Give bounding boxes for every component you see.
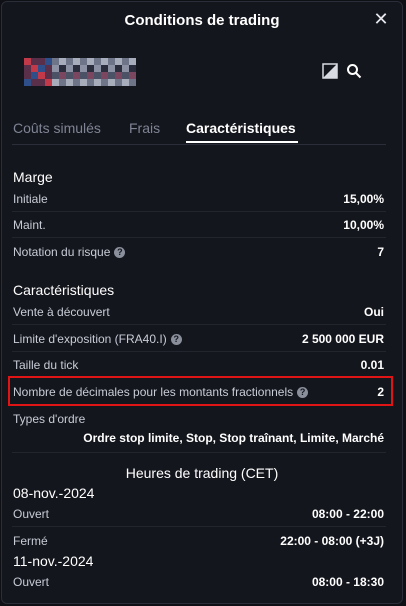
trading-date: 08-nov.-2024 <box>13 485 95 501</box>
divider <box>12 324 386 325</box>
closed-hours-value: 22:00 - 08:00 (+3J) <box>280 534 384 548</box>
help-icon[interactable]: ? <box>297 386 309 398</box>
divider <box>12 351 386 352</box>
trading-date: 11-nov.-2024 <box>13 553 94 569</box>
tab-bar: Coûts simulés Frais Caractéristiques <box>2 120 402 144</box>
decimals-label: Nombre de décimales pour les montants fr… <box>13 385 309 399</box>
maint-margin-label: Maint. <box>13 218 46 232</box>
order-types-value: Ordre stop limite, Stop, Stop traînant, … <box>83 431 384 445</box>
divider <box>12 452 386 453</box>
closed-label: Fermé <box>13 534 48 548</box>
decimals-value: 2 <box>377 385 384 399</box>
instrument-logo <box>24 58 136 86</box>
order-types-label: Types d'ordre <box>13 412 86 426</box>
initial-margin-label: Initiale <box>13 192 48 206</box>
divider <box>12 526 386 527</box>
features-heading: Caractéristiques <box>13 282 115 298</box>
exposure-limit-label: Limite d'exposition (FRA40.I) ? <box>13 332 182 346</box>
short-selling-value: Oui <box>364 305 384 319</box>
short-selling-label: Vente à découvert <box>13 305 110 319</box>
trading-conditions-dialog: Conditions de trading ✕ Coûts simulés Fr… <box>1 1 403 604</box>
help-icon[interactable]: ? <box>170 333 182 345</box>
tick-size-label: Taille du tick <box>13 358 79 372</box>
tab-characteristics[interactable]: Caractéristiques <box>186 120 296 136</box>
divider <box>12 211 386 212</box>
close-icon[interactable]: ✕ <box>372 10 390 28</box>
margin-heading: Marge <box>13 169 53 185</box>
tick-size-value: 0.01 <box>360 358 384 372</box>
open-hours-value: 08:00 - 18:30 <box>311 575 384 589</box>
risk-rating-text: Notation du risque <box>13 245 111 259</box>
initial-margin-value: 15,00% <box>343 192 384 206</box>
exposure-limit-value: 2 500 000 EUR <box>301 332 384 346</box>
chart-icon[interactable] <box>322 63 338 79</box>
decimals-text: Nombre de décimales pour les montants fr… <box>13 385 294 399</box>
risk-rating-label: Notation du risque ? <box>13 245 126 259</box>
divider <box>12 237 386 238</box>
open-hours-value: 08:00 - 22:00 <box>311 507 384 521</box>
tab-simulated-costs[interactable]: Coûts simulés <box>13 120 101 136</box>
help-icon[interactable]: ? <box>114 246 126 258</box>
tabs-divider <box>12 144 386 145</box>
tab-fees[interactable]: Frais <box>129 120 160 136</box>
dialog-title: Conditions de trading <box>124 12 280 29</box>
trading-hours-heading: Heures de trading (CET) <box>125 465 279 481</box>
risk-rating-value: 7 <box>377 245 384 259</box>
maint-margin-value: 10,00% <box>343 218 384 232</box>
active-tab-indicator <box>186 141 298 143</box>
exposure-limit-text: Limite d'exposition (FRA40.I) <box>13 332 167 346</box>
open-label: Ouvert <box>13 507 50 521</box>
open-label: Ouvert <box>13 575 50 589</box>
search-icon[interactable] <box>346 63 362 79</box>
